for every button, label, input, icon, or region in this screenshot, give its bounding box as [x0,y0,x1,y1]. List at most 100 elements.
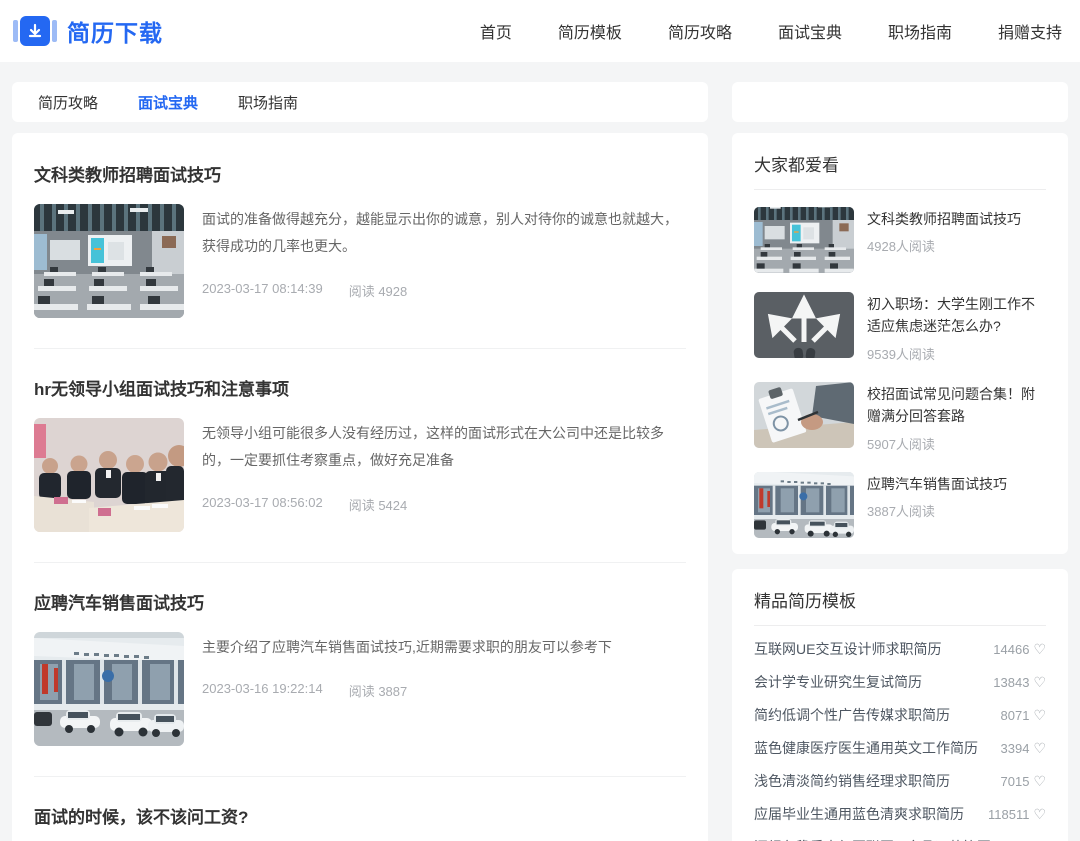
popular-heading: 大家都爱看 [754,151,1046,190]
tab-interview-handbook[interactable]: 面试宝典 [138,92,198,113]
nav-item-resume-guide[interactable]: 简历攻略 [668,19,732,43]
article-excerpt: 面试的准备做得越充分，越能显示出你的诚意，别人对待你的诚意也就越大，获得成功的几… [202,206,686,261]
heart-icon: ♡ [1033,806,1046,823]
likes-count: 7015 [1001,774,1030,789]
popular-thumbnail-clipboard [754,382,854,448]
nav-item-workplace-guide[interactable]: 职场指南 [888,19,952,43]
template-likes: 13843 ♡ [993,674,1046,691]
template-name: 应届毕业生通用蓝色清爽求职简历 [754,804,964,824]
popular-item[interactable]: 应聘汽车销售面试技巧 3887人阅读 [754,455,1046,540]
popular-title: 文科类教师招聘面试技巧 [867,208,1046,230]
heart-icon: ♡ [1033,740,1046,757]
article-thumbnail-car-dealership[interactable] [34,632,184,746]
template-name: 简约低调个性广告传媒求职简历 [754,705,950,725]
article-row: 主要介绍了应聘汽车销售面试技巧,近期需要求职的朋友可以参考下 2023-03-1… [34,632,686,746]
nav-item-home[interactable]: 首页 [480,19,512,43]
article-title[interactable]: hr无领导小组面试技巧和注意事项 [34,375,686,400]
popular-reads: 4928人阅读 [867,236,1046,255]
article-meta: 2023-03-16 19:22:14 阅读 3887 [202,681,686,700]
popular-info: 应聘汽车销售面试技巧 3887人阅读 [867,472,1046,538]
likes-count: 3394 [1001,741,1030,756]
brand-logo[interactable]: 简历下载 [12,14,163,48]
popular-reads: 9539人阅读 [867,344,1046,363]
heart-icon: ♡ [1033,641,1046,658]
template-row[interactable]: 浅色清淡简约销售经理求职简历 7015♡ [754,765,1046,798]
template-row[interactable]: 简约低调个性广告传媒求职简历 8071♡ [754,699,1046,732]
main-column: 简历攻略 面试宝典 职场指南 文科类教师招聘面试技巧 面试的准备做得越充分，越能… [12,82,708,841]
likes-count: 13843 [993,675,1029,690]
popular-title: 应聘汽车销售面试技巧 [867,473,1046,495]
article-excerpt: 无领导小组可能很多人没有经历过，这样的面试形式在大公司中还是比较多的，一定要抓住… [202,420,686,475]
article-body: 无领导小组可能很多人没有经历过，这样的面试形式在大公司中还是比较多的，一定要抓住… [202,418,686,532]
nav-item-resume-templates[interactable]: 简历模板 [558,19,622,43]
logo-box [20,16,50,46]
template-likes: 14466♡ [993,641,1046,658]
road-arrows-image [754,292,854,358]
article-list: 文科类教师招聘面试技巧 面试的准备做得越充分，越能显示出你的诚意，别人对待你的诚… [12,133,708,841]
nav-item-interview-handbook[interactable]: 面试宝典 [778,19,842,43]
sidebar-placeholder-card [732,82,1068,122]
article-date: 2023-03-17 08:56:02 [202,495,323,514]
brand-name: 简历下载 [67,14,163,48]
template-row[interactable]: 应届毕业生通用蓝色清爽求职简历 118511 ♡ [754,798,1046,831]
popular-info: 校招面试常见问题合集！附赠满分回答套路 5907人阅读 [867,382,1046,453]
popular-item[interactable]: 初入职场：大学生刚工作不适应焦虑迷茫怎么办? 9539人阅读 [754,275,1046,365]
tab-workplace-guide[interactable]: 职场指南 [238,92,298,113]
article-date: 2023-03-16 19:22:14 [202,681,323,700]
template-row[interactable]: 深绿色稳重大气互联网IT产品运营简历 9924♡ [754,831,1046,841]
templates-card: 精品简历模板 互联网UE交互设计师求职简历 14466♡ 会计学专业研究生复试简… [732,569,1068,841]
template-name: 深绿色稳重大气互联网IT产品运营简历 [754,837,990,841]
article-title[interactable]: 文科类教师招聘面试技巧 [34,161,686,186]
template-name: 浅色清淡简约销售经理求职简历 [754,771,950,791]
article-thumbnail-interview-panel[interactable] [34,418,184,532]
template-row[interactable]: 互联网UE交互设计师求职简历 14466♡ [754,633,1046,666]
car-dealership-image [754,472,854,538]
article-reads: 阅读 5424 [349,495,408,514]
likes-count: 118511 [988,807,1029,822]
template-likes: 3394♡ [1001,740,1046,757]
article-row: 面试的准备做得越充分，越能显示出你的诚意，别人对待你的诚意也就越大，获得成功的几… [34,204,686,318]
template-name: 互联网UE交互设计师求职简历 [754,639,941,659]
page-body: 简历攻略 面试宝典 职场指南 文科类教师招聘面试技巧 面试的准备做得越充分，越能… [0,62,1080,841]
article-date: 2023-03-17 08:14:39 [202,281,323,300]
nav-item-donate[interactable]: 捐赠支持 [998,19,1062,43]
popular-title: 初入职场：大学生刚工作不适应焦虑迷茫怎么办? [867,293,1046,338]
heart-icon: ♡ [1033,773,1046,790]
interview-panel-image [34,418,184,532]
template-name: 蓝色健康医疗医生通用英文工作简历 [754,738,978,758]
article-item: 文科类教师招聘面试技巧 面试的准备做得越充分，越能显示出你的诚意，别人对待你的诚… [34,135,686,349]
article-item: 应聘汽车销售面试技巧 主要介绍了应聘汽车销售面试技巧,近期需要求职的朋友可以参考… [34,563,686,777]
article-thumbnail-classroom[interactable] [34,204,184,318]
template-likes: 7015♡ [1001,773,1046,790]
classroom-image [754,207,854,273]
template-name: 会计学专业研究生复试简历 [754,672,922,692]
heart-icon: ♡ [1033,674,1046,691]
site-header: 简历下载 首页 简历模板 简历攻略 面试宝典 职场指南 捐赠支持 [0,0,1080,62]
popular-reads: 3887人阅读 [867,501,1046,520]
article-title[interactable]: 应聘汽车销售面试技巧 [34,589,686,614]
article-row: 无领导小组可能很多人没有经历过，这样的面试形式在大公司中还是比较多的，一定要抓住… [34,418,686,532]
tab-resume-guide[interactable]: 简历攻略 [38,92,98,113]
article-body: 主要介绍了应聘汽车销售面试技巧,近期需要求职的朋友可以参考下 2023-03-1… [202,632,686,746]
clipboard-interview-image [754,382,854,448]
template-likes: 118511 ♡ [988,806,1046,823]
article-title[interactable]: 面试的时候，该不该问工资? [34,803,686,828]
article-item: 面试的时候，该不该问工资? 每个应届生都很关心自己的第一桶金，尤其是每年都会有各… [34,777,686,841]
popular-title: 校招面试常见问题合集！附赠满分回答套路 [867,383,1046,428]
template-row[interactable]: 蓝色健康医疗医生通用英文工作简历 3394♡ [754,732,1046,765]
popular-item[interactable]: 文科类教师招聘面试技巧 4928人阅读 [754,190,1046,275]
likes-count: 8071 [1001,708,1030,723]
article-excerpt: 主要介绍了应聘汽车销售面试技巧,近期需要求职的朋友可以参考下 [202,634,686,661]
templates-list: 互联网UE交互设计师求职简历 14466♡ 会计学专业研究生复试简历 13843… [754,626,1046,841]
template-row[interactable]: 会计学专业研究生复试简历 13843 ♡ [754,666,1046,699]
article-body: 面试的准备做得越充分，越能显示出你的诚意，别人对待你的诚意也就越大，获得成功的几… [202,204,686,318]
popular-item[interactable]: 校招面试常见问题合集！附赠满分回答套路 5907人阅读 [754,365,1046,455]
popular-card: 大家都爱看 文科类教师招聘面试技巧 4928人阅读 初入职场：大学生刚工作不适应… [732,133,1068,554]
popular-info: 文科类教师招聘面试技巧 4928人阅读 [867,207,1046,273]
article-meta: 2023-03-17 08:56:02 阅读 5424 [202,495,686,514]
article-reads: 阅读 3887 [349,681,408,700]
classroom-image [34,204,184,318]
popular-thumbnail-road-arrows [754,292,854,358]
car-dealership-image [34,632,184,746]
article-meta: 2023-03-17 08:14:39 阅读 4928 [202,281,686,300]
